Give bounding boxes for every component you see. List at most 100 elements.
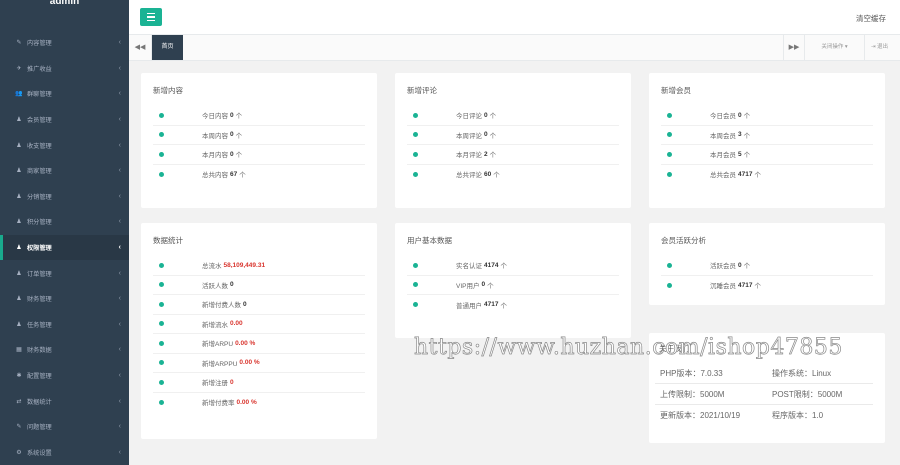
list-item: 活跃人数 0 bbox=[153, 276, 365, 295]
sidebar-item-settings[interactable]: ⚙ 系统设置 ‹ bbox=[0, 440, 129, 465]
list-item: 本月评论 2 个 bbox=[407, 145, 619, 165]
stat-list: 今日内容 0 个 本周内容 0 个 本月内容 0 个 总共内容 67 个 bbox=[153, 106, 365, 184]
status-dot bbox=[159, 399, 164, 405]
status-dot bbox=[667, 282, 672, 288]
status-dot bbox=[159, 151, 164, 157]
status-dot bbox=[159, 262, 164, 268]
sidebar-item-permissions[interactable]: ♟ 权限管理 ‹ bbox=[0, 234, 129, 261]
list-item: 活跃会员 0 个 bbox=[661, 256, 873, 276]
sidebar-item-orders[interactable]: ♟ 订单管理 ‹ bbox=[0, 260, 129, 286]
panel-new-comments: 新增评论 今日评论 0 个 本周评论 0 个 本月评论 2 个 总共评论 60 个 bbox=[395, 73, 631, 208]
sidebar-item-distribution[interactable]: ♟ 分销管理 ‹ bbox=[0, 184, 129, 210]
list-item: 新增注册 0 bbox=[153, 373, 365, 393]
list-item: 总共评论 60 个 bbox=[407, 165, 619, 185]
status-dot bbox=[159, 301, 164, 307]
list-item: 新增ARPPU 0.00 % bbox=[153, 354, 365, 373]
panel-title: 用户基本数据 bbox=[407, 236, 452, 245]
user-icon: ♟ bbox=[16, 270, 22, 277]
sidebar-item-income[interactable]: ♟ 收支管理 ‹ bbox=[0, 132, 129, 158]
chevron-left-icon: ‹ bbox=[118, 167, 121, 175]
sidebar-item-merchants[interactable]: ♟ 商家管理 ‹ bbox=[0, 158, 129, 184]
sidebar-item-groups[interactable]: 👥 群聊管理 ‹ bbox=[0, 81, 129, 107]
panel-title: 数据统计 bbox=[153, 236, 183, 245]
panel-new-members: 新增会员 今日会员 0 个 本周会员 3 个 本月会员 5 个 总共会员 4717 个 bbox=[649, 73, 885, 208]
close-operations-dropdown[interactable]: 关闭操作 ▾ bbox=[805, 35, 865, 60]
brand-title: admin bbox=[49, 0, 80, 7]
list-item: 今日会员 0 个 bbox=[661, 106, 873, 126]
users-icon: 👥 bbox=[15, 91, 23, 98]
list-item: 实名认证 4174 个 bbox=[407, 256, 619, 276]
logout-button[interactable]: ⇥ 退出 bbox=[865, 35, 894, 60]
chevron-left-icon: ‹ bbox=[118, 192, 121, 200]
status-dot bbox=[413, 262, 418, 268]
dashboard-content: 新增内容 今日内容 0 个 本周内容 0 个 本月内容 0 个 总共内容 67 个 新增评论 今… bbox=[129, 61, 900, 465]
sidebar-item-finance[interactable]: ♟ 财务管理 ‹ bbox=[0, 286, 129, 312]
sidebar-item-finance-data[interactable]: ▦ 财务数据 ‹ bbox=[0, 337, 129, 363]
panel-title: 新增内容 bbox=[153, 86, 183, 95]
status-dot bbox=[413, 302, 418, 308]
user-icon: ♟ bbox=[16, 245, 22, 252]
tab-scroll-right-button[interactable]: ▶▶ bbox=[783, 35, 805, 60]
table-row: 上传限制：5000M POST限制：5000M bbox=[655, 384, 873, 405]
status-dot bbox=[413, 112, 418, 118]
user-icon: ♟ bbox=[16, 219, 22, 226]
tabs-bar: ◀◀ 首页 ▶▶ 关闭操作 ▾ ⇥ 退出 bbox=[129, 35, 900, 61]
chevron-left-icon: ‹ bbox=[118, 116, 121, 124]
chevron-left-icon: ‹ bbox=[118, 141, 121, 149]
status-dot bbox=[667, 151, 672, 157]
update-version: 更新版本：2021/10/19 bbox=[660, 411, 741, 420]
sidebar-item-tasks[interactable]: ♟ 任务管理 ‹ bbox=[0, 312, 129, 338]
table-row: 更新版本：2021/10/19 程序版本：1.0 bbox=[655, 405, 873, 426]
sidebar-item-content[interactable]: ✎ 内容管理 ‹ bbox=[0, 30, 129, 56]
list-item: 沉睡会员 4717 个 bbox=[661, 276, 873, 296]
chevron-left-icon: ‹ bbox=[118, 295, 121, 303]
list-item: 总共会员 4717 个 bbox=[661, 165, 873, 185]
user-icon: ♟ bbox=[16, 168, 22, 175]
panel-title: 新增评论 bbox=[407, 86, 437, 95]
program-version: 程序版本：1.0 bbox=[772, 411, 824, 420]
list-item: 总流水 58,109,449.31 bbox=[153, 256, 365, 276]
user-icon: ♟ bbox=[16, 296, 22, 303]
sidebar-menu: ✎ 内容管理 ‹ ✈ 推广收益 ‹ 👥 群聊管理 ‹ ♟ 会员管理 ‹ ♟ 收支管理 ‹ ♟ 商家管理… bbox=[0, 30, 129, 465]
top-bar: 清空缓存 bbox=[129, 0, 900, 35]
exchange-icon: ⇄ bbox=[16, 398, 22, 405]
chevron-left-icon: ‹ bbox=[118, 269, 121, 277]
os-info: 操作系统：Linux bbox=[772, 368, 832, 378]
upload-limit: 上传限制：5000M bbox=[660, 389, 725, 399]
tab-home[interactable]: 首页 bbox=[152, 35, 183, 60]
chevron-left-icon: ‹ bbox=[118, 372, 121, 380]
sidebar-item-promotion[interactable]: ✈ 推广收益 ‹ bbox=[0, 56, 129, 82]
sidebar-item-points[interactable]: ♟ 积分管理 ‹ bbox=[0, 209, 129, 235]
panel-title: 关于我们 bbox=[659, 344, 689, 353]
user-icon: ♟ bbox=[16, 193, 22, 200]
chevron-left-icon: ‹ bbox=[118, 423, 121, 431]
list-item: VIP用户 0 个 bbox=[407, 276, 619, 295]
status-dot bbox=[667, 171, 672, 177]
sidebar-item-config[interactable]: ✱ 配置管理 ‹ bbox=[0, 363, 129, 389]
sidebar-item-members[interactable]: ♟ 会员管理 ‹ bbox=[0, 107, 129, 133]
list-item: 新增付费人数 0 bbox=[153, 295, 365, 315]
list-item: 新增流水 0.00 bbox=[153, 315, 365, 334]
menu-toggle-button[interactable] bbox=[140, 8, 162, 26]
status-dot bbox=[667, 112, 672, 118]
clear-cache-link[interactable]: 清空缓存 bbox=[856, 13, 886, 24]
system-info-table: PHP版本：7.0.33 操作系统：Linux 上传限制：5000M POST限… bbox=[655, 363, 873, 426]
list-item: 本月内容 0 个 bbox=[153, 145, 365, 165]
asterisk-icon: ✱ bbox=[16, 373, 22, 380]
chevron-left-icon: ‹ bbox=[118, 64, 121, 72]
status-dot bbox=[667, 262, 672, 268]
user-icon: ♟ bbox=[16, 142, 22, 149]
sidebar-item-questions[interactable]: ✎ 问题管理 ‹ bbox=[0, 414, 129, 440]
user-icon: ♟ bbox=[16, 321, 22, 328]
sidebar-item-statistics[interactable]: ⇄ 数据统计 ‹ bbox=[0, 388, 129, 414]
stat-list: 活跃会员 0 个 沉睡会员 4717 个 bbox=[661, 256, 873, 295]
panel-data-stats: 数据统计 总流水 58,109,449.31 活跃人数 0 新增付费人数 0 新增流水… bbox=[141, 223, 377, 439]
panel-member-analysis: 会员活跃分析 活跃会员 0 个 沉睡会员 4717 个 bbox=[649, 223, 885, 305]
user-icon: ♟ bbox=[16, 117, 22, 124]
stat-list: 今日评论 0 个 本周评论 0 个 本月评论 2 个 总共评论 60 个 bbox=[407, 106, 619, 184]
panel-system-info: 关于我们 PHP版本：7.0.33 操作系统：Linux 上传限制：5000M … bbox=[649, 333, 885, 443]
chevron-left-icon: ‹ bbox=[118, 218, 121, 226]
table-row: PHP版本：7.0.33 操作系统：Linux bbox=[655, 363, 873, 384]
status-dot bbox=[413, 151, 418, 157]
tab-scroll-left-button[interactable]: ◀◀ bbox=[129, 35, 152, 60]
